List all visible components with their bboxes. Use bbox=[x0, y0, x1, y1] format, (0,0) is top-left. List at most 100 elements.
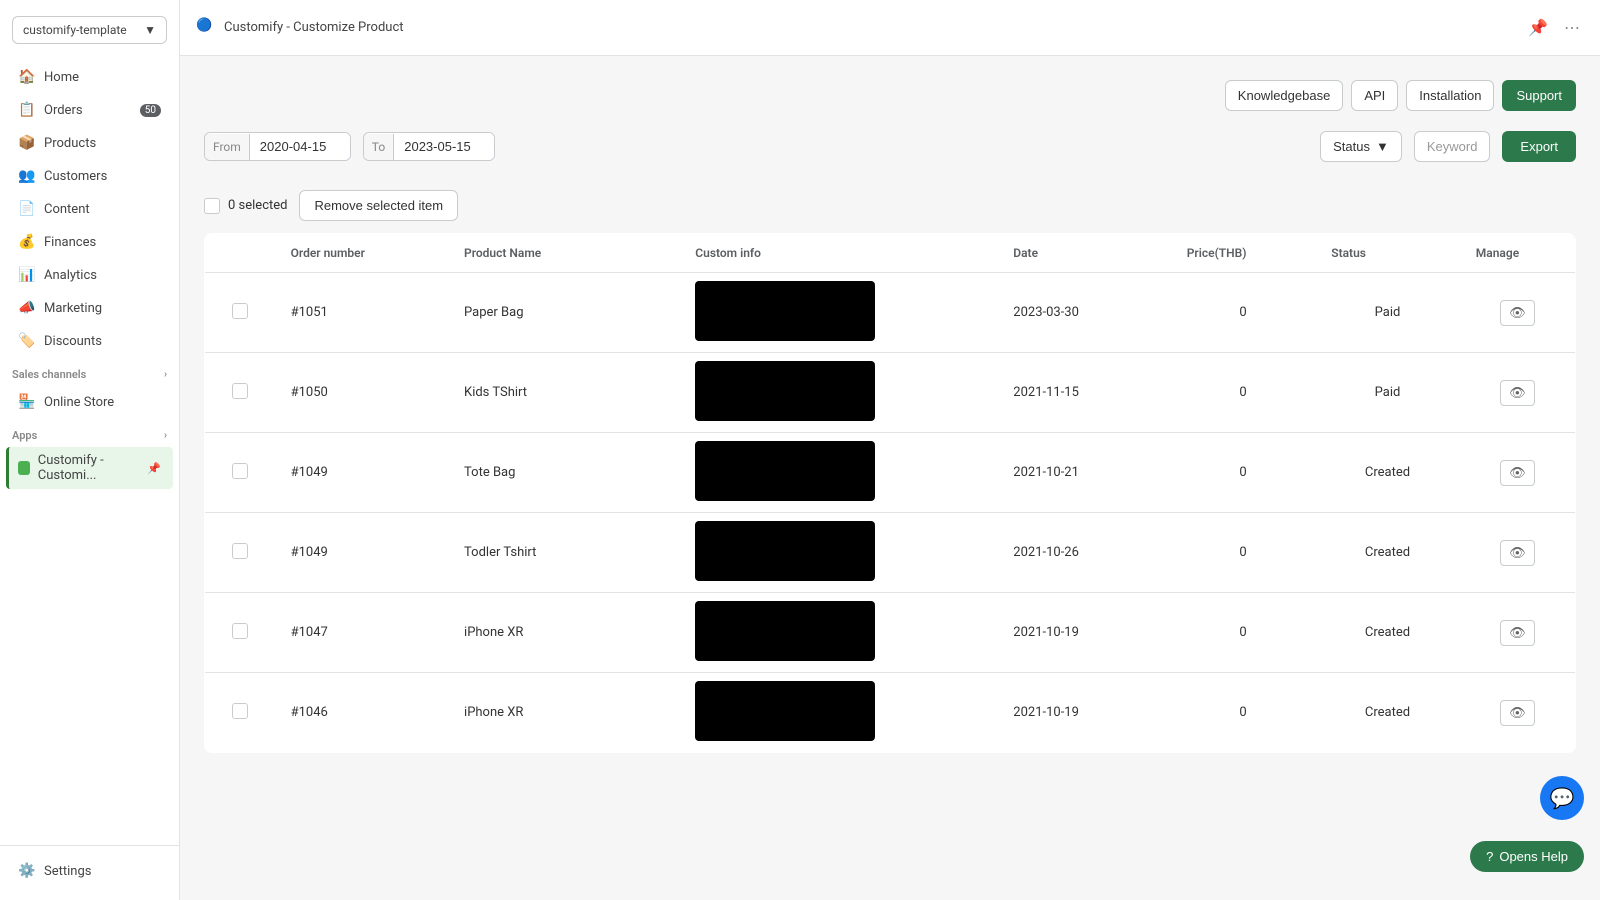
sidebar-item-orders[interactable]: 📋 Orders 50 bbox=[6, 94, 173, 126]
store-selector[interactable]: customify-template ▼ bbox=[12, 16, 167, 44]
row-product-2: Tote Bag bbox=[448, 433, 679, 513]
custom-info-image bbox=[695, 601, 875, 661]
finances-icon: 💰 bbox=[18, 233, 36, 251]
knowledgebase-button[interactable]: Knowledgebase bbox=[1225, 80, 1344, 111]
eye-icon: 👁 bbox=[1509, 385, 1526, 400]
sidebar-item-settings[interactable]: ⚙️ Settings bbox=[6, 855, 173, 887]
filters-toolbar: From To Status ▼ Keyword Export bbox=[204, 131, 1576, 162]
custom-info-image bbox=[695, 361, 875, 421]
row-checkbox-2 bbox=[205, 433, 275, 513]
date-to-group: To bbox=[363, 132, 495, 161]
view-button[interactable]: 👁 bbox=[1500, 540, 1535, 566]
sidebar-item-finances[interactable]: 💰 Finances bbox=[6, 226, 173, 258]
row-select-checkbox[interactable] bbox=[232, 383, 248, 399]
sidebar-item-analytics-label: Analytics bbox=[44, 268, 97, 283]
sidebar-item-online-store[interactable]: 🏪 Online Store bbox=[6, 386, 173, 418]
table-row: #1051 Paper Bag 2023-03-30 0 Paid 👁 bbox=[205, 273, 1576, 353]
status-filter-arrow: ▼ bbox=[1376, 139, 1389, 154]
help-label: Opens Help bbox=[1499, 849, 1568, 864]
row-checkbox-4 bbox=[205, 593, 275, 673]
sidebar-item-analytics[interactable]: 📊 Analytics bbox=[6, 259, 173, 291]
status-filter-label: Status bbox=[1333, 139, 1370, 154]
row-order-1: #1050 bbox=[275, 353, 448, 433]
more-button[interactable]: ⋯ bbox=[1560, 14, 1584, 42]
view-button[interactable]: 👁 bbox=[1500, 380, 1535, 406]
sidebar-item-content-label: Content bbox=[44, 202, 90, 217]
row-select-checkbox[interactable] bbox=[232, 303, 248, 319]
table-header-row: Order number Product Name Custom info Da… bbox=[205, 234, 1576, 273]
view-button[interactable]: 👁 bbox=[1500, 300, 1535, 326]
sidebar-item-products[interactable]: 📦 Products bbox=[6, 127, 173, 159]
row-manage-3: 👁 bbox=[1460, 513, 1576, 593]
row-product-5: iPhone XR bbox=[448, 673, 679, 753]
row-status-5: Created bbox=[1315, 673, 1460, 753]
nav-section: 🏠 Home 📋 Orders 50 📦 Products 👥 Customer… bbox=[0, 52, 179, 845]
row-date-0: 2023-03-30 bbox=[997, 273, 1170, 353]
row-order-0: #1051 bbox=[275, 273, 448, 353]
topbar-title: Customify - Customize Product bbox=[224, 20, 404, 35]
pin-button[interactable]: 📌 bbox=[1524, 14, 1552, 42]
row-order-5: #1046 bbox=[275, 673, 448, 753]
store-selector-label: customify-template bbox=[23, 23, 127, 37]
export-button[interactable]: Export bbox=[1502, 131, 1576, 162]
selected-count-label: 0 selected bbox=[228, 198, 287, 213]
sidebar-item-customify[interactable]: Customify - Customi... 📌 bbox=[6, 447, 173, 489]
help-button[interactable]: ? Opens Help bbox=[1470, 841, 1584, 872]
apps-section-label: Apps › bbox=[0, 419, 179, 446]
view-button[interactable]: 👁 bbox=[1500, 460, 1535, 486]
sidebar-item-marketing[interactable]: 📣 Marketing bbox=[6, 292, 173, 324]
date-from-input[interactable] bbox=[250, 133, 350, 160]
row-select-checkbox[interactable] bbox=[232, 623, 248, 639]
row-date-5: 2021-10-19 bbox=[997, 673, 1170, 753]
sidebar-item-customers-label: Customers bbox=[44, 169, 107, 184]
select-all-group: 0 selected bbox=[204, 198, 287, 214]
col-header-custom: Custom info bbox=[679, 234, 997, 273]
row-price-0: 0 bbox=[1171, 273, 1316, 353]
row-custom-1 bbox=[679, 353, 997, 433]
row-custom-2 bbox=[679, 433, 997, 513]
row-status-2: Created bbox=[1315, 433, 1460, 513]
view-button[interactable]: 👁 bbox=[1500, 620, 1535, 646]
select-all-checkbox[interactable] bbox=[204, 198, 220, 214]
sidebar-item-discounts[interactable]: 🏷️ Discounts bbox=[6, 325, 173, 357]
support-button[interactable]: Support bbox=[1502, 80, 1576, 111]
content-area: Knowledgebase API Installation Support F… bbox=[180, 56, 1600, 900]
eye-icon: 👁 bbox=[1509, 705, 1526, 720]
date-to-label: To bbox=[364, 134, 394, 160]
table-row: #1046 iPhone XR 2021-10-19 0 Created 👁 bbox=[205, 673, 1576, 753]
sidebar-bottom: ⚙️ Settings bbox=[0, 845, 179, 900]
topbar-right: 📌 ⋯ bbox=[1524, 14, 1584, 42]
keyword-filter-button[interactable]: Keyword bbox=[1414, 131, 1491, 162]
row-custom-4 bbox=[679, 593, 997, 673]
row-select-checkbox[interactable] bbox=[232, 543, 248, 559]
installation-button[interactable]: Installation bbox=[1406, 80, 1494, 111]
row-custom-5 bbox=[679, 673, 997, 753]
settings-icon: ⚙️ bbox=[18, 862, 36, 880]
row-custom-3 bbox=[679, 513, 997, 593]
customify-pin-icon: 📌 bbox=[147, 462, 161, 475]
row-manage-2: 👁 bbox=[1460, 433, 1576, 513]
view-button[interactable]: 👁 bbox=[1500, 700, 1535, 726]
row-date-1: 2021-11-15 bbox=[997, 353, 1170, 433]
table-row: #1049 Tote Bag 2021-10-21 0 Created 👁 bbox=[205, 433, 1576, 513]
row-custom-0 bbox=[679, 273, 997, 353]
date-to-input[interactable] bbox=[394, 133, 494, 160]
status-filter-button[interactable]: Status ▼ bbox=[1320, 131, 1402, 162]
row-status-1: Paid bbox=[1315, 353, 1460, 433]
sidebar-item-content[interactable]: 📄 Content bbox=[6, 193, 173, 225]
apps-expand-icon: › bbox=[164, 430, 167, 441]
date-from-group: From bbox=[204, 132, 351, 161]
remove-selected-button[interactable]: Remove selected item bbox=[299, 190, 458, 221]
sidebar-item-home[interactable]: 🏠 Home bbox=[6, 61, 173, 93]
row-select-checkbox[interactable] bbox=[232, 463, 248, 479]
sidebar-item-customers[interactable]: 👥 Customers bbox=[6, 160, 173, 192]
sidebar-item-customify-label: Customify - Customi... bbox=[38, 453, 146, 483]
app-logo-icon: 🔵 bbox=[196, 18, 216, 38]
header-buttons: Knowledgebase API Installation Support bbox=[204, 80, 1576, 111]
sidebar-item-products-label: Products bbox=[44, 136, 96, 151]
messenger-button[interactable]: 💬 bbox=[1540, 776, 1584, 820]
row-select-checkbox[interactable] bbox=[232, 703, 248, 719]
eye-icon: 👁 bbox=[1509, 625, 1526, 640]
marketing-icon: 📣 bbox=[18, 299, 36, 317]
api-button[interactable]: API bbox=[1351, 80, 1398, 111]
